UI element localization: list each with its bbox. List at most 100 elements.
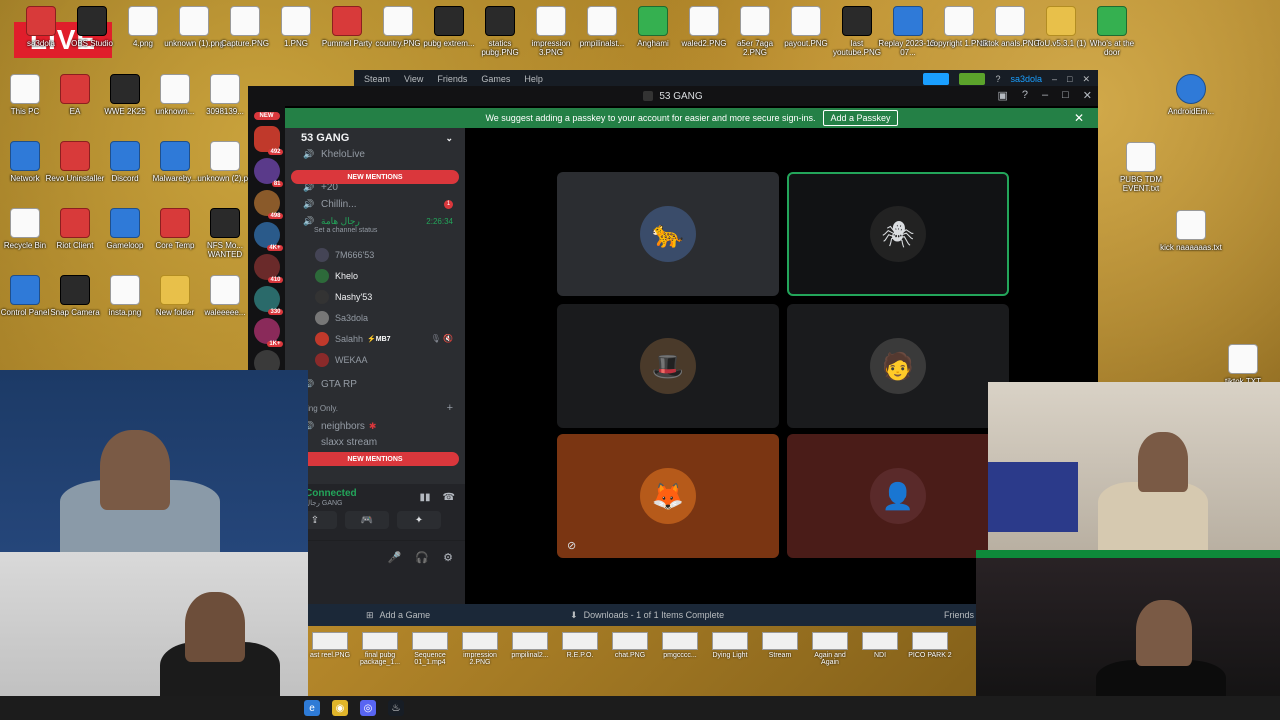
desktop-file[interactable]: R.E.P.O. xyxy=(558,632,602,694)
edge-icon[interactable]: e xyxy=(304,700,320,716)
new-mentions-pill-bottom[interactable]: NEW MENTIONS xyxy=(291,452,459,466)
desktop-file[interactable]: Dying Light xyxy=(708,632,752,694)
webcam-right-bottom xyxy=(976,550,1280,720)
file-icon xyxy=(10,74,40,104)
desktop-icon[interactable]: AndroidEm... xyxy=(1160,74,1222,116)
desktop-file[interactable]: Sequence 01_1.mp4 xyxy=(408,632,452,694)
close-icon[interactable]: ✕ xyxy=(1083,89,1092,102)
discord-icon[interactable]: ◎ xyxy=(360,700,376,716)
steam-menu-games[interactable]: Games xyxy=(481,74,510,84)
desktop-icon-label: New folder xyxy=(155,308,195,317)
close-icon[interactable]: ✕ xyxy=(1074,111,1084,125)
voice-member[interactable]: Salahh ⚡MB7 🎙 🔇 xyxy=(285,328,465,349)
desktop-file[interactable]: ast reel.PNG xyxy=(308,632,352,694)
server-icon[interactable]: 1K+ xyxy=(253,318,283,347)
voice-member[interactable]: Khelo xyxy=(285,265,465,286)
file-icon xyxy=(1228,344,1258,374)
steam-menu-view[interactable]: View xyxy=(404,74,423,84)
microphone-icon[interactable]: 🎤 xyxy=(388,551,402,564)
desktop-file[interactable]: Again and Again xyxy=(808,632,852,694)
desktop-file[interactable]: pmpilinal2... xyxy=(508,632,552,694)
downloads-status[interactable]: ⬇ Downloads - 1 of 1 Items Complete xyxy=(570,610,724,621)
server-icon[interactable]: 330 xyxy=(253,286,283,315)
channel-slaxx[interactable]: slaxx stream xyxy=(285,436,465,448)
maximize-icon[interactable]: □ xyxy=(1062,89,1069,102)
desktop-file[interactable]: Stream xyxy=(758,632,802,694)
desktop-file[interactable]: pmgcccc... xyxy=(658,632,702,694)
maximize-icon[interactable]: □ xyxy=(1067,74,1072,84)
tile-venom[interactable]: 🕷 xyxy=(787,172,1009,296)
tile-panther[interactable]: 🐆 xyxy=(557,172,779,296)
file-thumbnail xyxy=(812,632,848,650)
steam-menu-steam[interactable]: Steam xyxy=(364,74,390,84)
headphones-icon[interactable]: 🎧 xyxy=(415,551,429,564)
steam-broadcast-button[interactable] xyxy=(923,73,950,85)
server-icon[interactable]: 4K+ xyxy=(253,222,283,251)
desktop-file[interactable]: final pubg package_1... xyxy=(358,632,402,694)
voice-member[interactable]: Sa3dola xyxy=(285,307,465,328)
server-icon[interactable]: 81 xyxy=(253,158,283,187)
voice-member[interactable]: 7M666'53 xyxy=(285,244,465,265)
channel-status[interactable]: Set a channel status xyxy=(303,227,453,234)
channel-gta-rp[interactable]: 🔊 GTA RP xyxy=(285,374,465,394)
desktop-file[interactable]: PICO PARK 2 xyxy=(908,632,952,694)
steam-menu-help[interactable]: Help xyxy=(524,74,543,84)
category-header[interactable]: ing Only. + xyxy=(285,400,465,416)
channel-neighbors[interactable]: 🔊 neighbors ✱ xyxy=(285,416,465,436)
desktop-file[interactable]: chat.PNG xyxy=(608,632,652,694)
voice-member[interactable]: Nashy'53 xyxy=(285,286,465,307)
server-icon[interactable]: 498 xyxy=(253,190,283,219)
gear-icon[interactable]: ⚙ xyxy=(443,551,453,564)
steam-menu-friends[interactable]: Friends xyxy=(437,74,467,84)
desktop-icon[interactable]: waleeeee... xyxy=(194,275,256,317)
desktop-icon[interactable]: Who's at the door xyxy=(1081,6,1143,57)
help-icon[interactable]: ? xyxy=(1022,89,1028,102)
steam-icon[interactable]: ♨ xyxy=(388,700,404,716)
file-icon xyxy=(1097,6,1127,36)
disconnect-icon[interactable]: ☎ xyxy=(443,492,455,503)
file-icon xyxy=(60,208,90,238)
desktop-icon[interactable]: tiktok.TXT xyxy=(1212,344,1274,386)
help-icon[interactable]: ? xyxy=(995,74,1000,84)
voice-channel-active[interactable]: 🔊 رجال هامة 2:26:34 Set a channel status xyxy=(285,214,465,244)
desktop-icon[interactable]: 3098139... xyxy=(194,74,256,116)
voice-member[interactable]: WEKAA xyxy=(285,349,465,370)
minimize-icon[interactable]: – xyxy=(1052,74,1057,84)
soundboard-button[interactable]: ✦ xyxy=(397,511,441,529)
inbox-icon[interactable]: ▣ xyxy=(997,89,1007,102)
add-passkey-button[interactable]: Add a Passkey xyxy=(823,110,898,126)
steam-user-menu[interactable]: sa3dola xyxy=(1010,74,1042,84)
file-icon xyxy=(995,6,1025,36)
desktop-icon[interactable]: unknown (2).pn xyxy=(194,141,256,183)
desktop-icon-label: unknown (2).pn xyxy=(197,174,253,183)
activity-button[interactable]: 🎮 xyxy=(345,511,389,529)
add-game-button[interactable]: ⊞ Add a Game xyxy=(366,610,430,621)
desktop-icon[interactable]: PUBG TDM EVENT.txt xyxy=(1110,142,1172,193)
desktop-icon-label: PUBG TDM EVENT.txt xyxy=(1119,175,1163,193)
friends-button[interactable]: Friends xyxy=(944,610,980,620)
tile-shelby[interactable]: 🎩 xyxy=(557,304,779,428)
desktop-file[interactable]: NDI xyxy=(858,632,902,694)
desktop-icon[interactable]: kick naaaaaas.txt xyxy=(1160,210,1222,252)
steam-notification-button[interactable] xyxy=(959,73,986,85)
file-icon xyxy=(638,6,668,36)
tile-hood[interactable]: 🧑 xyxy=(787,304,1009,428)
tile-orange[interactable]: 🦊 ⊘ xyxy=(557,434,779,558)
discord-window: 53 GANG ▣ ? – □ ✕ We suggest adding a pa… xyxy=(248,86,1098,604)
new-mentions-pill[interactable]: NEW MENTIONS xyxy=(291,170,459,184)
signal-icon[interactable]: ▮▮ xyxy=(420,492,431,503)
server-icon[interactable]: 492 xyxy=(253,126,283,155)
voice-channel[interactable]: 🔊 Chillin... 1 xyxy=(285,194,465,214)
desktop-icon-label: statics pubg.PNG xyxy=(481,39,519,57)
plus-icon[interactable]: + xyxy=(447,402,453,414)
desktop-icon[interactable]: NFS Mo... WANTED xyxy=(194,208,256,259)
server-icon[interactable]: 410 xyxy=(253,254,283,283)
server-header[interactable]: 53 GANG ⌄ xyxy=(285,128,465,148)
tile-wekaa[interactable]: 👤 xyxy=(787,434,1009,558)
close-icon[interactable]: ✕ xyxy=(1082,74,1090,85)
voice-channel[interactable]: 🔊 KheloLive xyxy=(285,148,465,160)
minimize-icon[interactable]: – xyxy=(1042,89,1048,102)
desktop-file[interactable]: impression 2.PNG xyxy=(458,632,502,694)
chrome-icon[interactable]: ◉ xyxy=(332,700,348,716)
user-avatar: 🦊 xyxy=(640,468,696,524)
